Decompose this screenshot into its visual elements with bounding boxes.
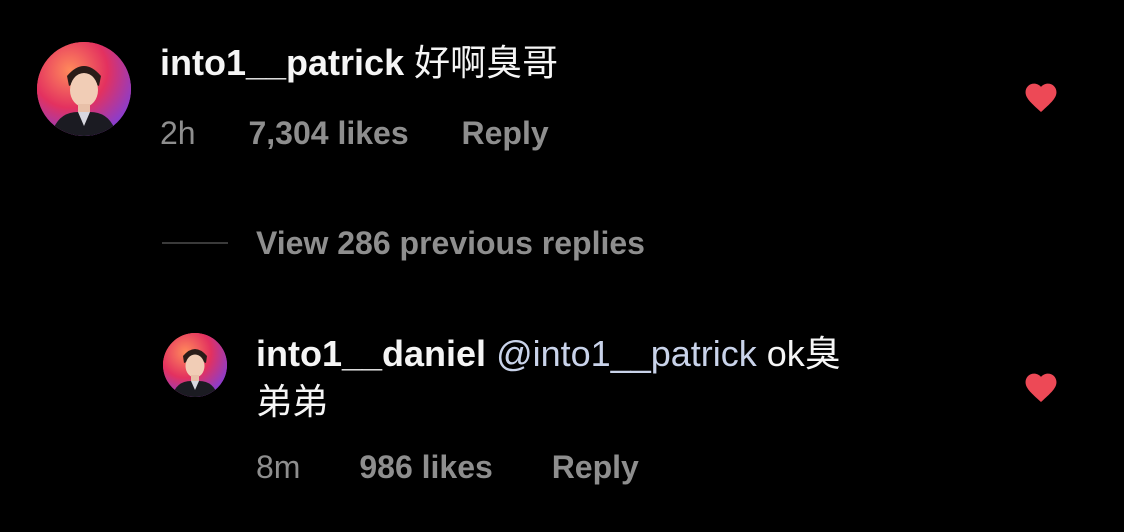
- comment-body: into1__patrick 好啊臭哥: [160, 39, 558, 87]
- divider-line: [162, 242, 228, 244]
- comment-text: 好啊臭哥: [414, 42, 559, 83]
- reply-username[interactable]: into1__daniel: [256, 333, 486, 374]
- reply-meta: 8m 986 likes Reply: [256, 447, 639, 487]
- heart-icon[interactable]: [1022, 369, 1060, 403]
- profile-photo-icon: [37, 42, 131, 136]
- heart-icon[interactable]: [1022, 79, 1060, 113]
- view-previous-replies-button[interactable]: View 286 previous replies: [162, 222, 645, 264]
- avatar-daniel[interactable]: [163, 333, 227, 397]
- reply-line-2: 弟弟: [256, 381, 329, 422]
- reply-text: ok臭: [766, 333, 841, 374]
- comment-time: 2h: [160, 115, 196, 151]
- comment-meta: 2h 7,304 likes Reply: [160, 113, 549, 153]
- profile-photo-icon: [163, 333, 227, 397]
- reply-mention[interactable]: @into1__patrick: [496, 333, 757, 374]
- reply-reply-button[interactable]: Reply: [552, 449, 639, 485]
- view-replies-label: View 286 previous replies: [256, 224, 645, 261]
- reply-line-1: into1__daniel @into1__patrick ok臭: [256, 330, 956, 378]
- avatar-patrick[interactable]: [37, 42, 131, 136]
- comment-username[interactable]: into1__patrick: [160, 42, 404, 83]
- reply-likes[interactable]: 986 likes: [359, 449, 492, 485]
- comment-reply-button[interactable]: Reply: [462, 115, 549, 151]
- reply-time: 8m: [256, 449, 301, 485]
- reply-body: into1__daniel @into1__patrick ok臭 弟弟: [256, 330, 956, 426]
- comment-likes[interactable]: 7,304 likes: [248, 115, 408, 151]
